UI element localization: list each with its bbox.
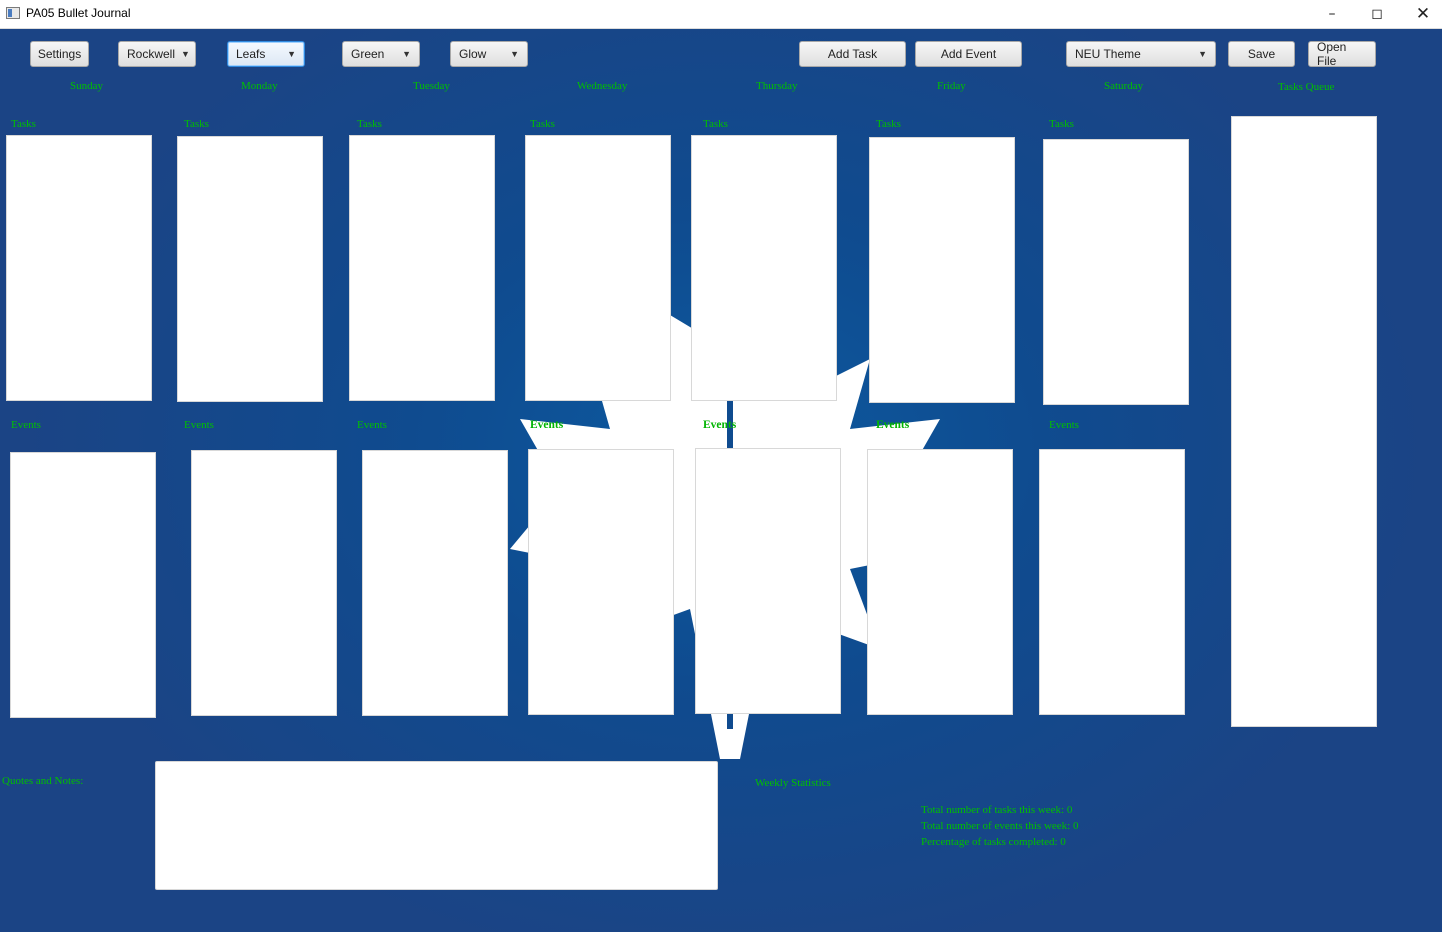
thursday-events-list[interactable]	[695, 448, 841, 714]
save-button[interactable]: Save	[1228, 41, 1295, 67]
maximize-icon[interactable]: ◻	[1354, 0, 1400, 28]
settings-button[interactable]: Settings	[30, 41, 89, 67]
thursday-tasks-list[interactable]	[691, 135, 837, 401]
chevron-down-icon: ▼	[181, 49, 190, 59]
sunday-events-list[interactable]	[10, 452, 156, 718]
font-select-value: Rockwell	[127, 47, 176, 61]
color-select-value: Green	[351, 47, 385, 61]
minimize-icon[interactable]: –	[1309, 0, 1355, 28]
events-label: Events	[357, 419, 387, 431]
events-label: Events	[1049, 419, 1079, 431]
wednesday-tasks-list[interactable]	[525, 135, 671, 401]
monday-tasks-list[interactable]	[177, 136, 323, 402]
weekly-statistics-title: Weekly Statistics	[755, 777, 831, 789]
window-title: PA05 Bullet Journal	[26, 6, 131, 20]
stat-events-count: Total number of events this week: 0	[921, 820, 1079, 832]
notes-label: Quotes and Notes:	[2, 775, 84, 787]
chevron-down-icon: ▼	[510, 49, 519, 59]
close-icon[interactable]: ✕	[1400, 0, 1442, 28]
day-header-monday: Monday	[241, 80, 278, 92]
day-header-sunday: Sunday	[70, 80, 103, 92]
day-header-wednesday: Wednesday	[577, 80, 628, 92]
add-event-button[interactable]: Add Event	[915, 41, 1022, 67]
theme-select[interactable]: NEU Theme ▼	[1066, 41, 1216, 67]
monday-events-list[interactable]	[191, 450, 337, 716]
notes-textarea[interactable]	[155, 761, 718, 890]
day-header-tuesday: Tuesday	[413, 80, 450, 92]
tuesday-tasks-list[interactable]	[349, 135, 495, 401]
effect-select[interactable]: Glow ▼	[450, 41, 528, 67]
events-label: Events	[184, 419, 214, 431]
chevron-down-icon: ▼	[287, 49, 296, 59]
tasks-label: Tasks	[11, 118, 36, 130]
day-header-saturday: Saturday	[1104, 80, 1144, 92]
title-bar: PA05 Bullet Journal – ◻ ✕	[0, 0, 1442, 29]
tasks-label: Tasks	[703, 118, 728, 130]
tasks-label: Tasks	[530, 118, 555, 130]
app-icon	[6, 7, 20, 19]
stat-tasks-count: Total number of tasks this week: 0	[921, 804, 1073, 816]
color-select[interactable]: Green ▼	[342, 41, 420, 67]
tasks-label: Tasks	[1049, 118, 1074, 130]
chevron-down-icon: ▼	[402, 49, 411, 59]
friday-events-list[interactable]	[867, 449, 1013, 715]
stat-percent-completed: Percentage of tasks completed: 0	[921, 836, 1066, 848]
saturday-events-list[interactable]	[1039, 449, 1185, 715]
tasks-label: Tasks	[357, 118, 382, 130]
events-label: Events	[530, 419, 564, 431]
day-header-thursday: Thursday	[756, 80, 798, 92]
wednesday-events-list[interactable]	[528, 449, 674, 715]
font-select[interactable]: Rockwell ▼	[118, 41, 196, 67]
friday-tasks-list[interactable]	[869, 137, 1015, 403]
events-label: Events	[11, 419, 41, 431]
saturday-tasks-list[interactable]	[1043, 139, 1189, 405]
tasks-label: Tasks	[184, 118, 209, 130]
chevron-down-icon: ▼	[1198, 49, 1207, 59]
tasks-label: Tasks	[876, 118, 901, 130]
open-file-button[interactable]: Open File	[1308, 40, 1376, 68]
image-select-value: Leafs	[236, 47, 266, 61]
tasks-queue-header: Tasks Queue	[1278, 81, 1335, 93]
image-select[interactable]: Leafs ▼	[227, 41, 305, 67]
events-label: Events	[876, 419, 910, 431]
theme-select-value: NEU Theme	[1075, 47, 1141, 61]
effect-select-value: Glow	[459, 47, 487, 61]
day-header-friday: Friday	[937, 80, 966, 92]
tuesday-events-list[interactable]	[362, 450, 508, 716]
sunday-tasks-list[interactable]	[6, 135, 152, 401]
add-task-button[interactable]: Add Task	[799, 41, 906, 67]
events-label: Events	[703, 419, 737, 431]
tasks-queue-list[interactable]	[1231, 116, 1377, 727]
